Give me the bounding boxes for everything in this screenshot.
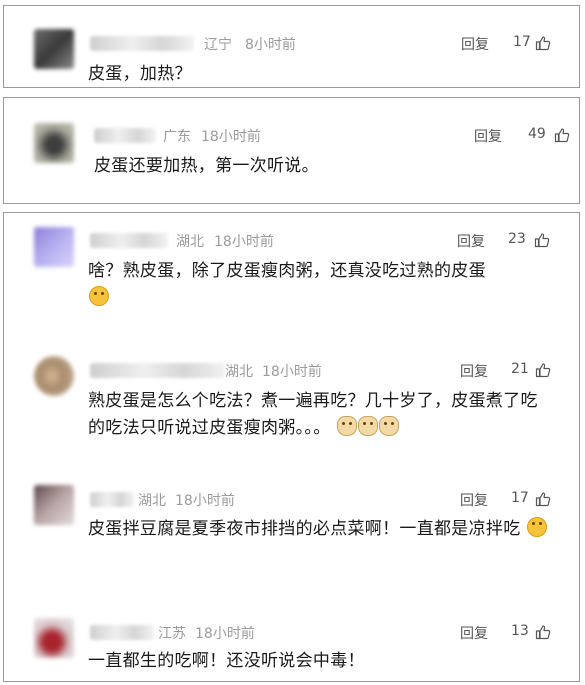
like-count: 17 <box>511 490 529 506</box>
avatar[interactable] <box>34 227 74 267</box>
comment-region: 湖北 <box>176 234 204 250</box>
comment-text: 皮蛋，加热？ <box>88 64 192 84</box>
comment-text: 皮蛋还要加热，第一次听说。 <box>94 156 319 176</box>
thumbs-up-icon[interactable] <box>535 35 551 51</box>
comment-region: 湖北 <box>225 364 253 380</box>
doge-emoji <box>337 416 358 436</box>
reply-button[interactable]: 回复 <box>460 361 488 381</box>
avatar[interactable] <box>34 123 74 163</box>
comment-text: 啥？熟皮蛋，除了皮蛋瘦肉粥，还真没吃过熟的皮蛋 <box>88 258 555 312</box>
comment-text: 皮蛋拌豆腐是夏季夜市排挡的必点菜啊！一直都是凉拌吃 <box>88 516 555 543</box>
reply-button[interactable]: 回复 <box>457 231 485 251</box>
comment-time: 18小时前 <box>201 129 261 145</box>
comment-region: 辽宁 <box>204 37 232 53</box>
username-blurred[interactable] <box>90 625 154 640</box>
comment-text: 一直都生的吃啊！还没听说会中毒！ <box>88 651 365 671</box>
avatar[interactable] <box>34 485 74 525</box>
comment-region: 湖北 <box>138 493 166 509</box>
thumbs-up-icon[interactable] <box>535 491 551 507</box>
reply-button[interactable]: 回复 <box>474 126 502 146</box>
avatar[interactable] <box>34 618 74 658</box>
grin-emoji <box>527 517 548 537</box>
avatar[interactable] <box>34 29 74 69</box>
comment-panel-3: 湖北 18小时前 回复 23 啥？熟皮蛋，除了皮蛋瘦肉粥，还真没吃过熟的皮蛋 湖… <box>3 212 580 682</box>
comment-region: 广东 <box>163 129 191 145</box>
comment-region: 江苏 <box>158 626 186 642</box>
comment-text-content: 啥？熟皮蛋，除了皮蛋瘦肉粥，还真没吃过熟的皮蛋 <box>88 261 486 281</box>
like-count: 17 <box>513 34 531 50</box>
comment-text: 熟皮蛋是怎么个吃法？煮一遍再吃？几十岁了，皮蛋煮了吃的吃法只听说过皮蛋瘦肉粥。。… <box>88 388 555 442</box>
comment-time: 8小时前 <box>245 37 296 53</box>
doge-emoji <box>379 416 400 436</box>
laughing-cry-emoji <box>89 286 109 306</box>
avatar[interactable] <box>34 356 74 396</box>
doge-emoji <box>358 416 379 436</box>
reply-button[interactable]: 回复 <box>460 623 488 643</box>
comment-text-content: 熟皮蛋是怎么个吃法？煮一遍再吃？几十岁了，皮蛋煮了吃的吃法只听说过皮蛋瘦肉粥。。… <box>88 391 538 438</box>
comment-text-content: 皮蛋拌豆腐是夏季夜市排挡的必点菜啊！一直都是凉拌吃 <box>88 519 521 539</box>
comment-panel-1: 辽宁 8小时前 回复 17 皮蛋，加热？ <box>3 5 580 88</box>
like-count: 49 <box>528 126 546 142</box>
thumbs-up-icon[interactable] <box>534 232 550 248</box>
thumbs-up-icon[interactable] <box>535 362 551 378</box>
thumbs-up-icon[interactable] <box>554 127 570 143</box>
username-blurred[interactable] <box>90 492 134 507</box>
username-blurred[interactable] <box>94 128 156 143</box>
like-count: 21 <box>511 361 529 377</box>
comment-time: 18小时前 <box>175 493 235 509</box>
comment-panel-2: 广东 18小时前 回复 49 皮蛋还要加热，第一次听说。 <box>3 97 580 204</box>
reply-button[interactable]: 回复 <box>460 490 488 510</box>
comment-time: 18小时前 <box>195 626 255 642</box>
comment-time: 18小时前 <box>262 364 322 380</box>
username-blurred[interactable] <box>90 233 168 248</box>
like-count: 23 <box>508 231 526 247</box>
username-blurred[interactable] <box>90 363 225 378</box>
username-blurred[interactable] <box>90 36 194 51</box>
thumbs-up-icon[interactable] <box>535 624 551 640</box>
like-count: 13 <box>511 623 529 639</box>
reply-button[interactable]: 回复 <box>461 34 489 54</box>
comment-time: 18小时前 <box>214 234 274 250</box>
